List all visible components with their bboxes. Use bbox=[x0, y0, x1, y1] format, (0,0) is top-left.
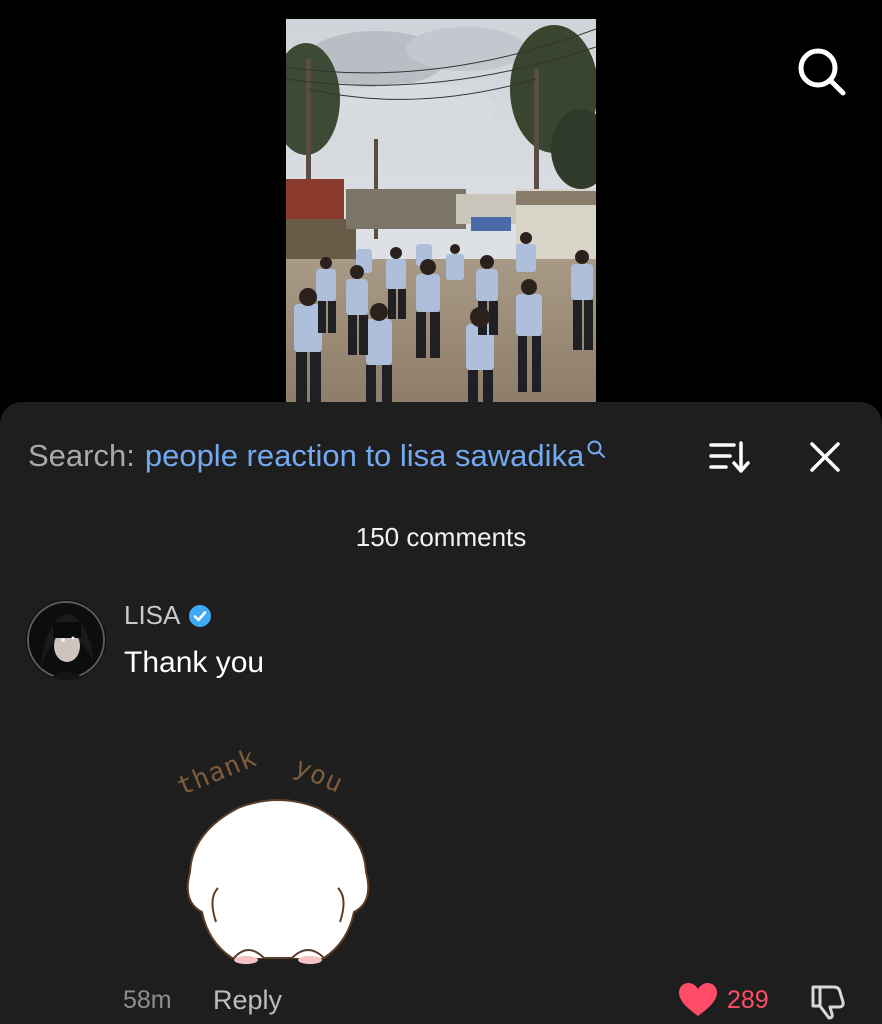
sort-icon[interactable] bbox=[708, 437, 750, 477]
heart-icon[interactable] bbox=[678, 982, 718, 1018]
search-prefix: Search: bbox=[28, 438, 135, 473]
avatar[interactable] bbox=[26, 600, 106, 680]
search-link[interactable]: Search: people reaction to lisa sawadika bbox=[28, 438, 606, 474]
comments-count: 150 comments bbox=[355, 522, 527, 552]
author-row[interactable]: LISA bbox=[124, 600, 212, 631]
comment-timestamp: 58m bbox=[123, 986, 172, 1014]
comment-item: LISA Thank you thank you 58m Reply 289 bbox=[0, 598, 882, 1024]
reply-button[interactable]: Reply bbox=[213, 985, 282, 1016]
video-thumbnail[interactable] bbox=[286, 19, 596, 402]
author-name[interactable]: LISA bbox=[124, 600, 180, 631]
video-player[interactable] bbox=[0, 0, 882, 402]
search-query-icon bbox=[587, 440, 606, 458]
comments-header: Search: people reaction to lisa sawadika bbox=[0, 402, 882, 507]
thumbs-down-icon[interactable] bbox=[808, 982, 848, 1020]
search-query[interactable]: people reaction to lisa sawadika bbox=[145, 438, 584, 474]
close-icon[interactable] bbox=[806, 438, 844, 476]
verified-badge-icon bbox=[189, 604, 212, 627]
comment-text: Thank you bbox=[124, 646, 265, 679]
like-count: 289 bbox=[727, 986, 769, 1014]
comments-sheet: Search: people reaction to lisa sawadika bbox=[0, 402, 882, 1024]
thank-you-sticker: thank you bbox=[173, 743, 378, 964]
bunny-sticker-icon bbox=[186, 799, 370, 964]
comment-meta-row: 58m Reply 289 bbox=[0, 982, 882, 1022]
search-icon[interactable] bbox=[794, 44, 848, 98]
